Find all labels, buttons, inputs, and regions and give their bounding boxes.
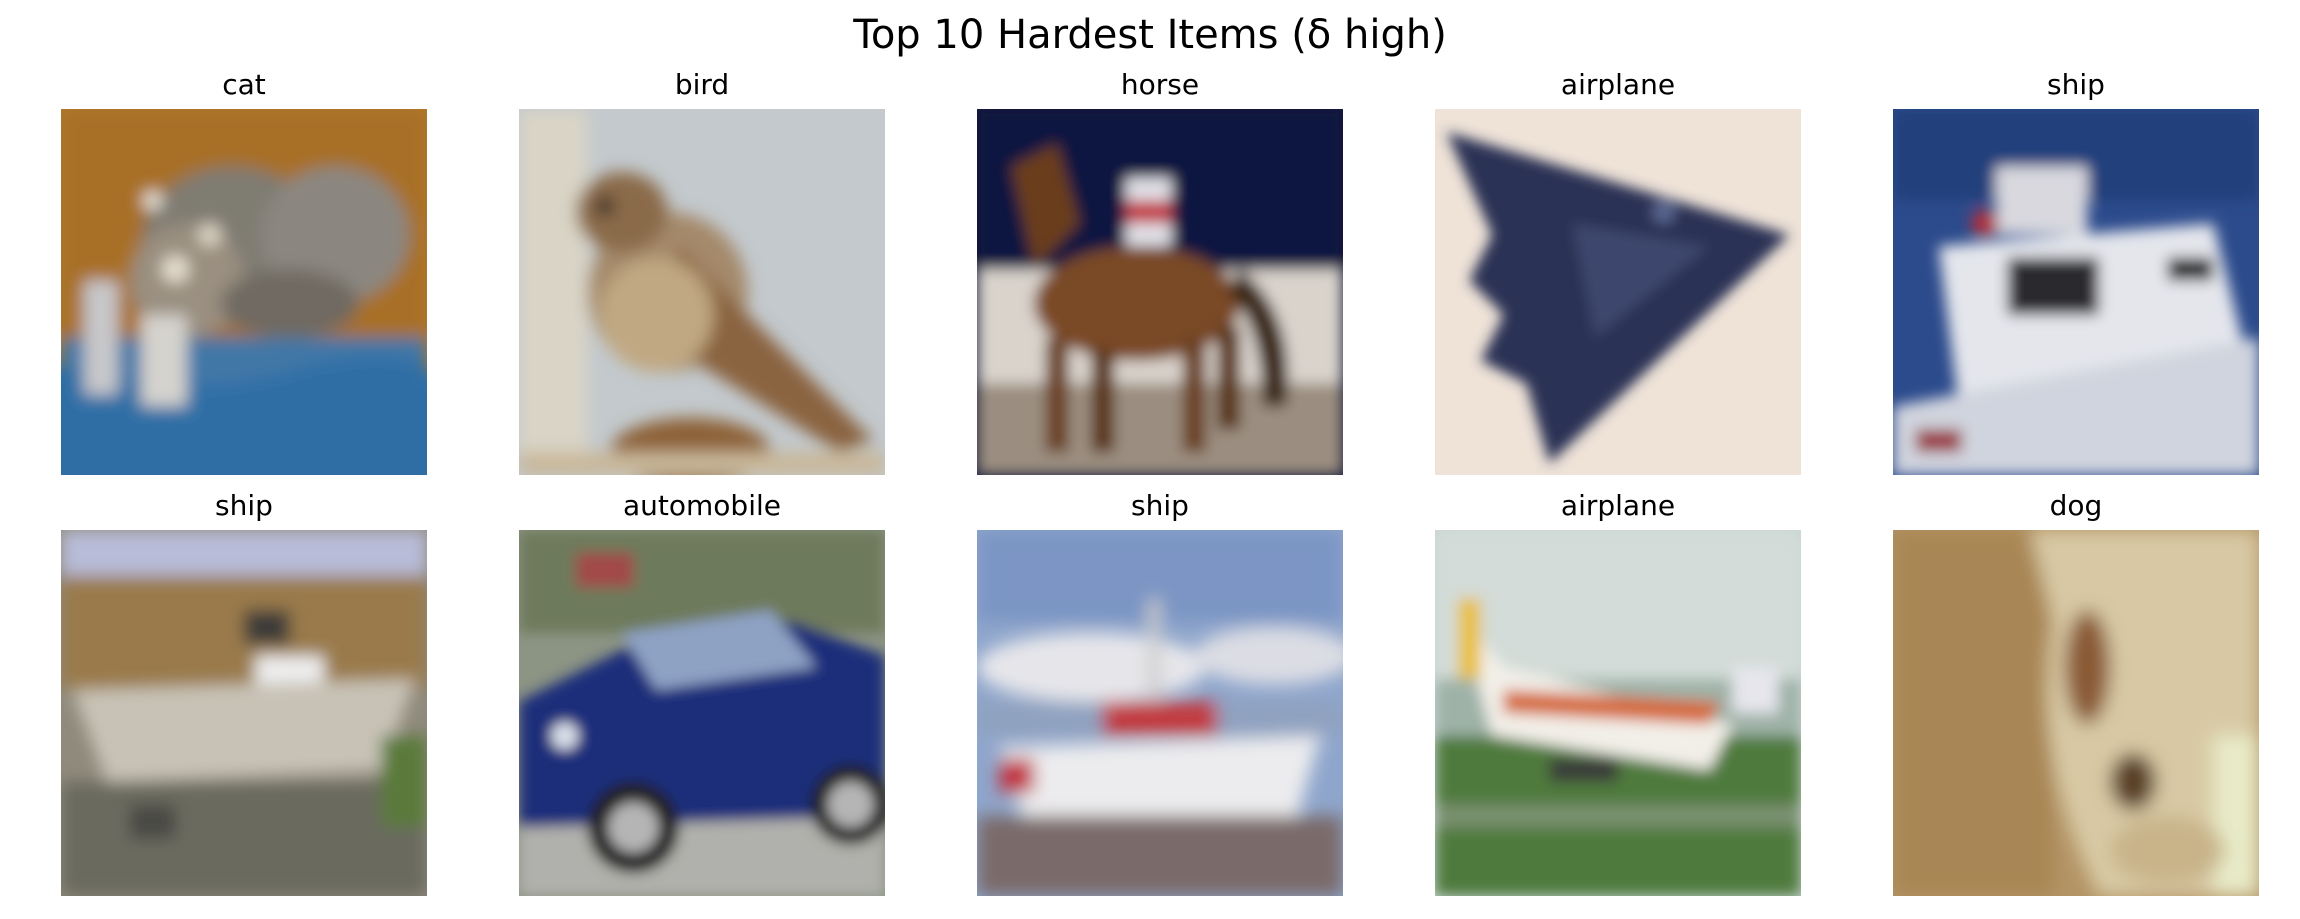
cat-image xyxy=(61,109,427,475)
grid-item: automobile xyxy=(519,486,885,896)
item-label: ship xyxy=(1131,489,1189,522)
grid-item: ship xyxy=(1893,65,2259,475)
airplane-image xyxy=(1435,530,1801,896)
dog-image xyxy=(1893,530,2259,896)
airplane-image xyxy=(1435,109,1801,475)
item-label: airplane xyxy=(1560,68,1676,101)
item-label: bird xyxy=(674,68,730,101)
automobile-image xyxy=(519,530,885,896)
grid-item: airplane xyxy=(1435,486,1801,896)
grid-item: airplane xyxy=(1435,65,1801,475)
grid-item: bird xyxy=(519,65,885,475)
item-label: airplane xyxy=(1560,489,1676,522)
grid-item: ship xyxy=(977,486,1343,896)
grid-item: cat xyxy=(61,65,427,475)
item-label: automobile xyxy=(623,489,781,522)
grid-item: ship xyxy=(61,486,427,896)
ship-image xyxy=(1893,109,2259,475)
horse-image xyxy=(977,109,1343,475)
ship-image xyxy=(977,530,1343,896)
figure-title: Top 10 Hardest Items (δ high) xyxy=(853,12,1447,58)
grid-item: dog xyxy=(1893,486,2259,896)
item-label: dog xyxy=(2049,489,2103,522)
item-label: ship xyxy=(215,489,273,522)
bird-image xyxy=(519,109,885,475)
item-label: cat xyxy=(222,68,266,101)
item-label: horse xyxy=(1120,68,1200,101)
grid-item: horse xyxy=(977,65,1343,475)
item-label: ship xyxy=(2047,68,2105,101)
ship-image xyxy=(61,530,427,896)
image-grid: cat bird horse airplane ship ship automo… xyxy=(61,65,2259,896)
